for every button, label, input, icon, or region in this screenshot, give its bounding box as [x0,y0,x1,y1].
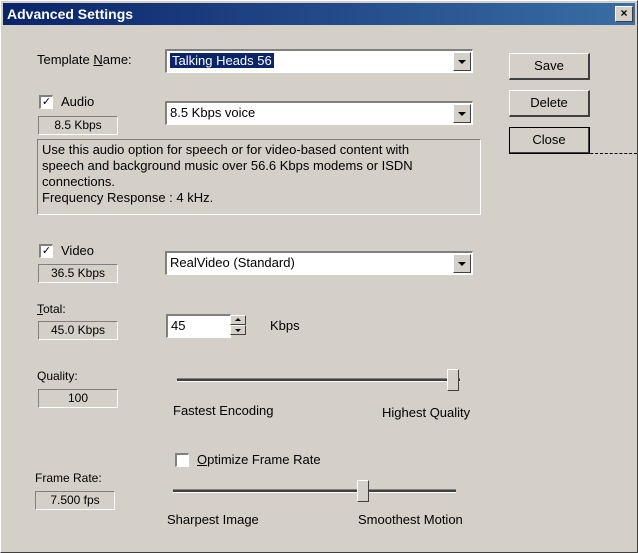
chevron-down-icon[interactable] [453,104,471,123]
description-line: connections. [42,174,115,189]
frame-rate-right-label: Smoothest Motion [358,512,463,527]
chevron-down-icon[interactable] [453,254,471,273]
video-rate: 36.5 Kbps [38,264,118,283]
audio-rate: 8.5 Kbps [38,116,118,135]
spin-up-icon[interactable] [230,315,246,325]
total-rate: 45.0 Kbps [38,321,118,340]
audio-description: Use this audio option for speech or for … [37,139,481,215]
close-button[interactable]: Close [509,127,590,154]
window-title: Advanced Settings [7,6,134,22]
chevron-down-icon[interactable] [453,52,471,71]
total-unit: Kbps [270,318,300,333]
frame-rate-left-label: Sharpest Image [167,512,259,527]
optimize-frame-rate-checkbox[interactable] [175,453,189,467]
total-label: Total: [37,302,66,316]
delete-button[interactable]: Delete [509,90,590,117]
frame-rate-label: Frame Rate: [35,471,102,485]
checkmark-icon: ✓ [41,96,52,108]
audio-codec-value: 8.5 Kbps voice [170,105,256,120]
quality-right-label: Highest Quality [382,405,471,420]
title-bar: Advanced Settings × [3,3,635,25]
description-line: Frequency Response : 4 kHz. [42,190,214,205]
checkmark-icon: ✓ [41,245,52,257]
total-spinner[interactable] [230,315,246,336]
description-line: speech and background music over 56.6 Kb… [42,158,413,173]
quality-left-label: Fastest Encoding [173,403,274,418]
quality-label: Quality: [37,369,78,383]
audio-label: Audio [61,94,95,109]
save-button[interactable]: Save [509,53,590,80]
optimize-frame-rate-label: Optimize Frame Rate [197,452,321,467]
template-name-dropdown[interactable]: Talking Heads 56 [165,49,473,73]
frame-rate-slider-track [173,489,456,493]
close-icon[interactable]: × [615,6,633,22]
frame-rate-slider-thumb[interactable] [356,480,369,502]
video-checkbox[interactable]: ✓ [39,244,53,258]
quality-slider-thumb[interactable] [447,369,459,391]
quality-value: 100 [38,389,118,408]
advanced-settings-window: Advanced Settings × Template Name: Talki… [0,0,638,553]
audio-codec-dropdown[interactable]: 8.5 Kbps voice [165,101,473,125]
frame-rate-value: 7.500 fps [35,491,115,510]
close-button-label: Close [532,132,566,147]
audio-checkbox[interactable]: ✓ [39,95,53,109]
total-kbps-input[interactable]: 45 [166,314,231,338]
total-kbps-value: 45 [171,318,186,333]
video-codec-value: RealVideo (Standard) [170,255,295,270]
template-name-value: Talking Heads 56 [170,53,274,68]
quality-slider-track [177,378,460,382]
description-line: Use this audio option for speech or for … [42,142,410,157]
divider [561,153,637,154]
video-codec-dropdown[interactable]: RealVideo (Standard) [165,251,473,275]
template-name-label: Template Name: [37,52,132,67]
spin-down-icon[interactable] [230,325,246,335]
video-label: Video [61,243,95,258]
delete-button-label: Delete [530,95,568,110]
save-button-label: Save [534,58,564,73]
